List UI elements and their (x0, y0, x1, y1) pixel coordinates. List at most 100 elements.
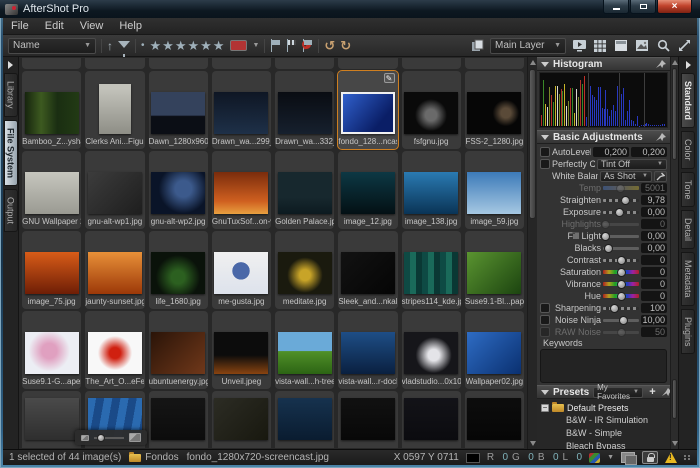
color-management-icon[interactable] (589, 453, 600, 463)
titlebar[interactable]: AfterShot Pro × (0, 0, 700, 18)
panel-tab-standard[interactable]: Standard (681, 73, 695, 128)
add-preset-button[interactable]: + (647, 387, 658, 398)
slider-value[interactable]: 0 (641, 219, 667, 229)
slider-knob[interactable] (615, 208, 624, 217)
thumbnail-cell[interactable]: image_59.jpg (465, 151, 524, 229)
expand-arrow-icon[interactable] (686, 61, 691, 69)
rating-zero-dot-icon[interactable]: • (141, 40, 145, 51)
raw-noise-checkbox[interactable] (540, 327, 550, 337)
thumbnail-cell[interactable]: me-gusta.jpg (212, 231, 271, 309)
slider-value[interactable]: 0,00 (641, 231, 667, 241)
slider-track[interactable] (603, 235, 639, 238)
thumbnail-cell[interactable]: Unveil.jpeg (212, 311, 271, 389)
autolevel-low-value[interactable]: 0,200 (593, 147, 629, 157)
thumbnail-cell[interactable]: life_1680.jpg (149, 231, 208, 309)
thumbnail-cell[interactable]: vladstudio...0x1024.jpg (402, 311, 461, 389)
pin-icon[interactable] (656, 60, 666, 69)
slider-value[interactable]: 50 (641, 327, 667, 337)
slider-value[interactable]: 100 (641, 303, 667, 313)
slider-value[interactable]: 0 (641, 255, 667, 265)
thumbnail-cell[interactable]: Golden Palace.jpg (275, 151, 334, 229)
star-icon[interactable]: ★ (213, 38, 226, 53)
slideshow-icon[interactable] (571, 39, 587, 53)
thumbnail-view-icon[interactable] (592, 39, 608, 53)
autolevel-checkbox[interactable] (540, 147, 550, 157)
thumbnail-cell[interactable]: fsfgnu.jpg (402, 71, 461, 149)
basic-adjustments-header[interactable]: Basic Adjustments (537, 130, 670, 144)
scroll-up-icon[interactable] (672, 60, 678, 65)
sharpening-checkbox[interactable] (540, 303, 550, 313)
slider-value[interactable]: 0,00 (641, 207, 667, 217)
thumbnail-cell[interactable] (212, 58, 271, 69)
slider-value[interactable]: 0 (641, 291, 667, 301)
preset-folder-row[interactable]: − Default Presets (541, 401, 670, 414)
sidebar-tab-output[interactable]: Output (4, 189, 18, 232)
thumbnail-cell[interactable] (22, 58, 81, 69)
lock-icon[interactable] (642, 451, 658, 464)
slider-knob[interactable] (617, 292, 626, 301)
slider-track[interactable] (603, 211, 639, 214)
thumbnail-cell[interactable] (275, 58, 334, 69)
panel-tab-metadata[interactable]: Metadata (681, 252, 695, 306)
rotate-left-icon[interactable]: ↺ (324, 39, 335, 52)
flag-finished-icon[interactable] (286, 39, 297, 52)
star-icon[interactable]: ★ (162, 38, 175, 53)
dual-image-icon[interactable] (621, 452, 635, 463)
preset-item[interactable]: B&W - IR Simulation (541, 414, 670, 427)
preset-collection-select[interactable]: My Favorites ▼ (593, 387, 643, 398)
star-icon[interactable]: ★ (175, 38, 188, 53)
slider-knob[interactable] (621, 196, 630, 205)
slider-track[interactable] (603, 282, 639, 286)
thumbnail-cell[interactable] (465, 58, 524, 69)
eyedropper-icon[interactable] (654, 171, 667, 182)
thumbnail-cell[interactable]: GnuTuxSof...on-v1.jpg (212, 151, 271, 229)
thumbnail-cell[interactable]: Dawn_1280x960.jpg (149, 71, 208, 149)
sort-ascending-icon[interactable]: ↑ (107, 39, 113, 53)
slider-track[interactable] (603, 307, 639, 310)
star-icon[interactable]: ★ (150, 38, 163, 53)
slider-knob[interactable] (604, 244, 613, 253)
scrollbar-thumb[interactable] (672, 68, 677, 160)
thumbnail-cell[interactable]: image_75.jpg (22, 231, 81, 309)
sidebar-tab-library[interactable]: Library (4, 73, 18, 117)
filter-icon[interactable] (118, 41, 130, 48)
slider-value[interactable]: 0,00 (641, 243, 667, 253)
keywords-input[interactable] (540, 349, 667, 383)
slider-knob[interactable] (616, 184, 625, 193)
perfectly-clear-checkbox[interactable] (540, 159, 550, 169)
thumbnail-cell[interactable] (338, 58, 397, 69)
thumbnail-cell[interactable]: Suse9.1-G...apers.jpg (22, 311, 81, 389)
slider-track[interactable] (603, 247, 639, 250)
slider-track[interactable] (603, 270, 639, 274)
menu-item-file[interactable]: File (3, 20, 37, 32)
thumbnail-cell[interactable] (338, 391, 397, 448)
size-slider-knob[interactable] (97, 434, 105, 442)
thumbnail-cell[interactable]: jaunty-sunset.jpg (85, 231, 144, 309)
slider-knob[interactable] (617, 256, 626, 265)
flag-pick-icon[interactable] (270, 39, 281, 52)
thumbnail-cell[interactable]: FSS-2_1280.jpg (465, 71, 524, 149)
preset-item[interactable]: B&W - Simple (541, 427, 670, 440)
slider-value[interactable]: 9,78 (641, 195, 667, 205)
magnifier-icon[interactable] (655, 39, 671, 53)
collapse-triangle-icon[interactable] (541, 390, 549, 395)
panel-scrollbar[interactable] (670, 57, 678, 449)
menu-item-help[interactable]: Help (111, 20, 150, 32)
presets-header[interactable]: Presets My Favorites ▼ + (537, 385, 670, 399)
thumbnail-cell[interactable]: vista-wall...h-tree.jpg (275, 311, 334, 389)
thumbnail-cell[interactable]: gnu-alt-wp2.jpg (149, 151, 208, 229)
noise-ninja-checkbox[interactable] (540, 315, 550, 325)
rotate-right-icon[interactable]: ↻ (340, 39, 351, 52)
fullscreen-icon[interactable] (676, 39, 692, 53)
pin-icon[interactable] (662, 388, 670, 397)
perfectly-clear-select[interactable]: Tint Off ▼ (597, 159, 667, 170)
thumbnail-cell[interactable] (402, 58, 461, 69)
preset-item[interactable]: Bleach Bypass (541, 440, 670, 449)
sort-by-select[interactable]: Name ▼ (8, 38, 96, 54)
browse-view-icon[interactable] (613, 39, 629, 53)
thumbnail-cell[interactable]: ubuntuenergy.jpg (149, 311, 208, 389)
thumbnail-cell[interactable] (85, 58, 144, 69)
warning-icon[interactable] (665, 452, 677, 463)
close-button[interactable]: × (657, 0, 692, 14)
layers-icon[interactable] (469, 39, 485, 53)
